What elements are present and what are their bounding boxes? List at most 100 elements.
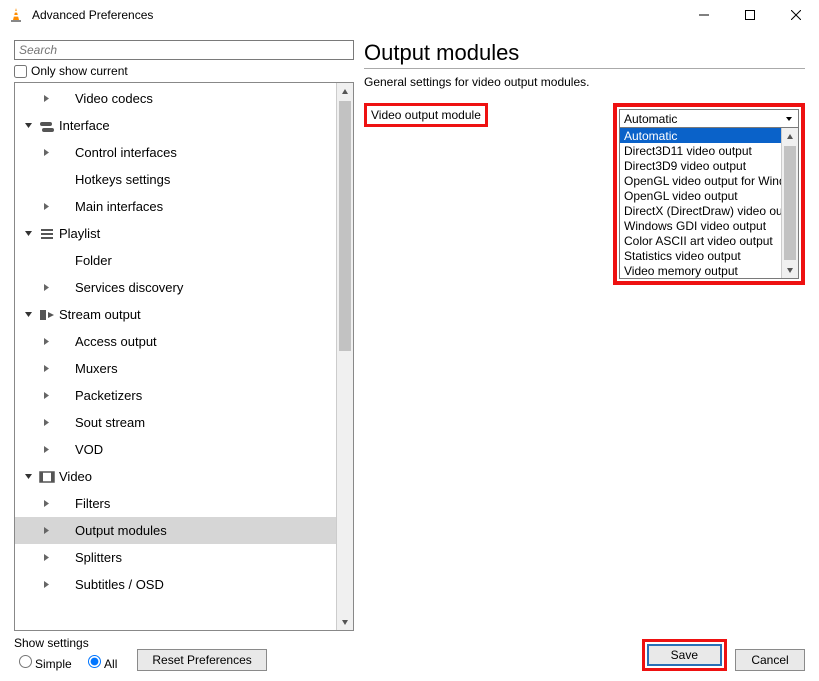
dropdown-option[interactable]: Color ASCII art video output [620,233,781,248]
tree-twisty-icon[interactable] [37,337,55,346]
tree-scrollbar[interactable] [336,83,353,630]
page-subtitle: General settings for video output module… [364,75,805,89]
video-icon [37,470,57,484]
tree-item[interactable]: Stream output [15,301,336,328]
tree-twisty-icon[interactable] [37,553,55,562]
chevron-down-icon [782,110,796,127]
tree-twisty-icon[interactable] [37,148,55,157]
search-input[interactable] [14,40,354,60]
tree-twisty-icon[interactable] [37,283,55,292]
show-settings-group: Show settings Simple All [14,636,125,671]
tree-item-label: Subtitles / OSD [73,577,164,592]
tree-item[interactable]: Main interfaces [15,193,336,220]
dropdown-option[interactable]: Automatic [620,128,781,143]
tree-item[interactable]: Video [15,463,336,490]
vlc-cone-icon [8,7,24,23]
dropdown-option[interactable]: OpenGL video output for Windows [620,173,781,188]
scroll-up-icon[interactable] [782,128,798,145]
only-show-current-input[interactable] [14,65,27,78]
tree-item[interactable]: Filters [15,490,336,517]
tree-twisty-icon[interactable] [37,445,55,454]
dropdown-option[interactable]: Video memory output [620,263,781,278]
dropdown-highlight: Automatic AutomaticDirect3D11 video outp… [613,103,805,285]
maximize-button[interactable] [727,0,773,30]
scroll-thumb[interactable] [784,146,796,260]
tree-item-label: VOD [73,442,103,457]
tree-twisty-icon[interactable] [37,418,55,427]
tree-item[interactable]: Interface [15,112,336,139]
tree-item[interactable]: Hotkeys settings [15,166,336,193]
dropdown-option[interactable]: Windows GDI video output [620,218,781,233]
interface-icon [37,119,57,133]
scroll-up-icon[interactable] [337,83,353,100]
dropdown-scrollbar[interactable] [781,128,798,278]
dropdown-option[interactable]: Statistics video output [620,248,781,263]
stream-icon [37,308,57,322]
preferences-tree: Video codecs Interface Control interfaces H… [14,82,354,631]
tree-twisty-icon[interactable] [37,202,55,211]
dropdown-option[interactable]: Direct3D9 video output [620,158,781,173]
dropdown-option[interactable]: Direct3D11 video output [620,143,781,158]
playlist-icon [37,227,57,241]
combo-value: Automatic [624,112,677,126]
dropdown-option[interactable]: DirectX (DirectDraw) video output [620,203,781,218]
tree-item[interactable]: Access output [15,328,336,355]
tree-item[interactable]: Splitters [15,544,336,571]
tree-item[interactable]: Output modules [15,517,336,544]
tree-item-label: Packetizers [73,388,142,403]
only-show-current-label: Only show current [31,64,128,78]
tree-twisty-icon[interactable] [37,526,55,535]
tree-item-label: Interface [57,118,110,133]
tree-twisty-icon[interactable] [37,94,55,103]
dropdown-option[interactable]: OpenGL video output [620,188,781,203]
only-show-current-checkbox[interactable]: Only show current [14,64,354,78]
cancel-button[interactable]: Cancel [735,649,805,671]
save-button-highlight: Save [642,639,727,671]
tree-item-label: Access output [73,334,157,349]
tree-item-label: Filters [73,496,110,511]
show-settings-all-radio[interactable]: All [83,657,117,671]
window-title: Advanced Preferences [32,8,681,22]
tree-item[interactable]: Video codecs [15,85,336,112]
tree-item-label: Stream output [57,307,141,322]
video-output-module-label: Video output module [364,103,488,127]
tree-item[interactable]: Sout stream [15,409,336,436]
tree-twisty-icon[interactable] [37,364,55,373]
tree-twisty-icon[interactable] [37,499,55,508]
tree-twisty-icon[interactable] [19,310,37,319]
tree-item[interactable]: Subtitles / OSD [15,571,336,598]
reset-preferences-button[interactable]: Reset Preferences [137,649,266,671]
close-button[interactable] [773,0,819,30]
minimize-button[interactable] [681,0,727,30]
tree-item[interactable]: Packetizers [15,382,336,409]
tree-twisty-icon[interactable] [19,472,37,481]
tree-item-label: Video [57,469,92,484]
show-settings-simple-radio[interactable]: Simple [14,657,75,671]
page-title: Output modules [364,40,805,66]
tree-item[interactable]: Playlist [15,220,336,247]
tree-item-label: Playlist [57,226,100,241]
scroll-down-icon[interactable] [782,261,798,278]
tree-twisty-icon[interactable] [37,580,55,589]
tree-item-label: Muxers [73,361,118,376]
tree-twisty-icon[interactable] [19,229,37,238]
divider [364,68,805,69]
tree-item[interactable]: Services discovery [15,274,336,301]
tree-item-label: Video codecs [73,91,153,106]
tree-item[interactable]: Muxers [15,355,336,382]
titlebar: Advanced Preferences [0,0,819,30]
tree-item-label: Splitters [73,550,122,565]
video-output-module-combobox[interactable]: Automatic [619,109,799,128]
tree-item[interactable]: VOD [15,436,336,463]
save-button[interactable]: Save [647,644,722,666]
tree-item-label: Folder [73,253,112,268]
scroll-down-icon[interactable] [337,613,353,630]
tree-item[interactable]: Folder [15,247,336,274]
tree-twisty-icon[interactable] [37,391,55,400]
tree-item-label: Control interfaces [73,145,177,160]
tree-item-label: Services discovery [73,280,183,295]
scroll-thumb[interactable] [339,101,351,351]
tree-item-label: Hotkeys settings [73,172,170,187]
tree-twisty-icon[interactable] [19,121,37,130]
tree-item[interactable]: Control interfaces [15,139,336,166]
